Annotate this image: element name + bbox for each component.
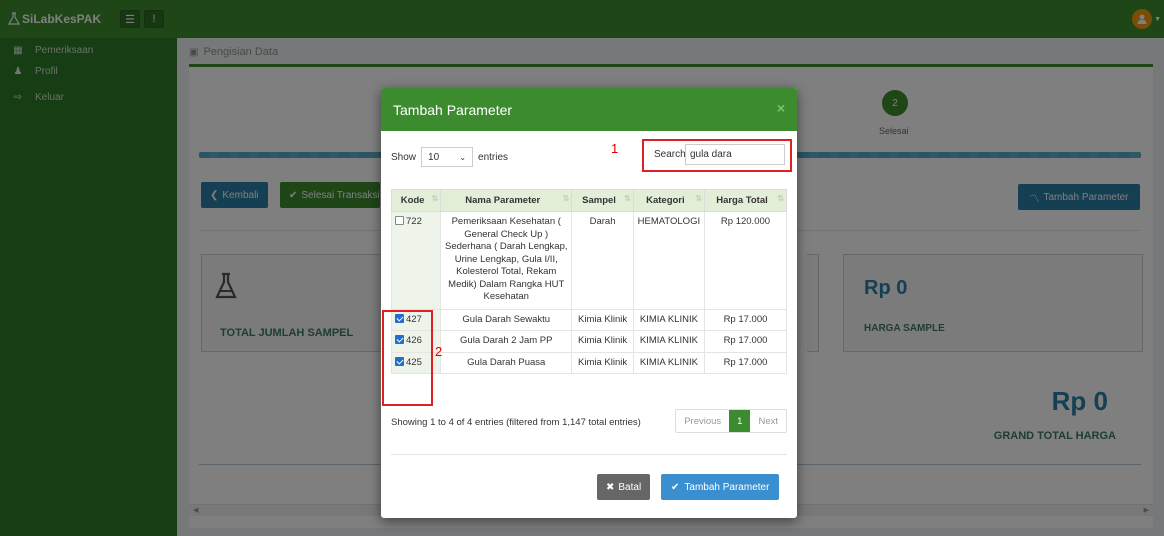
harga-cell: Rp 17.000 bbox=[703, 351, 788, 374]
kategori-cell: KIMIA KLINIK bbox=[632, 308, 705, 331]
sampel-cell: Kimia Klinik bbox=[571, 351, 634, 374]
nama-cell: Gula Darah Puasa bbox=[440, 351, 573, 374]
submit-tambah-parameter-button[interactable]: ✔ Tambah Parameter bbox=[661, 474, 780, 500]
checkbox-highlight-box bbox=[382, 310, 433, 406]
chevron-down-icon: ⌄ bbox=[459, 152, 467, 162]
harga-cell: Rp 17.000 bbox=[703, 308, 788, 331]
sort-icon: ⇅ bbox=[431, 194, 439, 203]
table-controls: Show 10 ⌄ entries 1 Search: bbox=[381, 131, 797, 175]
table-row: 722 Pemeriksaan Kesehatan ( General Chec… bbox=[390, 211, 788, 310]
kategori-cell: KIMIA KLINIK bbox=[632, 351, 705, 374]
column-header-harga[interactable]: Harga Total ⇅ bbox=[703, 189, 788, 212]
table-row: 425 Gula Darah Puasa Kimia Klinik KIMIA … bbox=[390, 351, 788, 374]
show-label: Show bbox=[391, 151, 417, 163]
nama-cell: Gula Darah Sewaktu bbox=[440, 308, 573, 331]
sort-icon: ⇅ bbox=[562, 194, 570, 203]
sort-icon: ⇅ bbox=[777, 194, 784, 203]
column-header-nama[interactable]: Nama Parameter ⇅ bbox=[440, 189, 573, 212]
close-icon[interactable]: × bbox=[777, 100, 785, 116]
column-header-kode[interactable]: Kode ⇅ bbox=[390, 189, 442, 212]
check-icon: ✔ bbox=[671, 481, 680, 493]
batal-label: Batal bbox=[618, 481, 642, 493]
sort-icon: ⇅ bbox=[624, 194, 631, 203]
row-checkbox[interactable] bbox=[395, 216, 404, 225]
submit-label: Tambah Parameter bbox=[684, 481, 770, 493]
modal-title: Tambah Parameter bbox=[393, 101, 513, 118]
table-info: Showing 1 to 4 of 4 entries (filtered fr… bbox=[391, 417, 641, 428]
kategori-cell: HEMATOLOGI bbox=[632, 211, 705, 310]
sort-icon: ⇅ bbox=[695, 194, 702, 203]
pagination: Previous 1 Next bbox=[675, 409, 787, 433]
close-icon: ✖ bbox=[606, 481, 615, 493]
table-row: 427 Gula Darah Sewaktu Kimia Klinik KIMI… bbox=[390, 308, 788, 331]
kategori-cell: KIMIA KLINIK bbox=[632, 330, 705, 353]
nama-cell: Gula Darah 2 Jam PP bbox=[440, 330, 573, 353]
pagination-previous[interactable]: Previous bbox=[676, 410, 729, 432]
nama-cell: Pemeriksaan Kesehatan ( General Check Up… bbox=[440, 211, 573, 310]
table-row: 426 Gula Darah 2 Jam PP Kimia Klinik KIM… bbox=[390, 330, 788, 353]
table-header-row: Kode ⇅ Nama Parameter ⇅ Sampel ⇅ Kategori ⇅ … bbox=[390, 189, 788, 212]
harga-cell: Rp 120.000 bbox=[703, 211, 788, 310]
entries-label: entries bbox=[478, 151, 509, 163]
pagination-page[interactable]: 1 bbox=[729, 410, 751, 432]
column-header-kategori[interactable]: Kategori ⇅ bbox=[632, 189, 705, 212]
tambah-parameter-modal: Tambah Parameter × Show 10 ⌄ entries 1 S… bbox=[381, 88, 797, 518]
entries-value: 10 bbox=[428, 151, 440, 163]
sampel-cell: Darah bbox=[571, 211, 634, 310]
modal-header: Tambah Parameter × bbox=[381, 88, 797, 131]
search-label: Search: bbox=[654, 149, 689, 160]
sampel-cell: Kimia Klinik bbox=[571, 308, 634, 331]
entries-length-control: Show 10 ⌄ entries bbox=[391, 147, 508, 167]
kode-cell[interactable]: 722 bbox=[390, 211, 442, 310]
sampel-cell: Kimia Klinik bbox=[571, 330, 634, 353]
pagination-next[interactable]: Next bbox=[750, 410, 786, 432]
entries-select[interactable]: 10 ⌄ bbox=[421, 147, 474, 167]
batal-button[interactable]: ✖ Batal bbox=[597, 474, 651, 500]
parameter-table: Kode ⇅ Nama Parameter ⇅ Sampel ⇅ Kategori ⇅ … bbox=[390, 189, 788, 374]
annotation-number: 2 bbox=[435, 344, 443, 359]
modal-footer-divider bbox=[391, 454, 787, 455]
column-header-sampel[interactable]: Sampel ⇅ bbox=[571, 189, 634, 212]
annotation-number: 1 bbox=[611, 141, 619, 156]
search-input[interactable] bbox=[685, 144, 785, 165]
harga-cell: Rp 17.000 bbox=[703, 330, 788, 353]
